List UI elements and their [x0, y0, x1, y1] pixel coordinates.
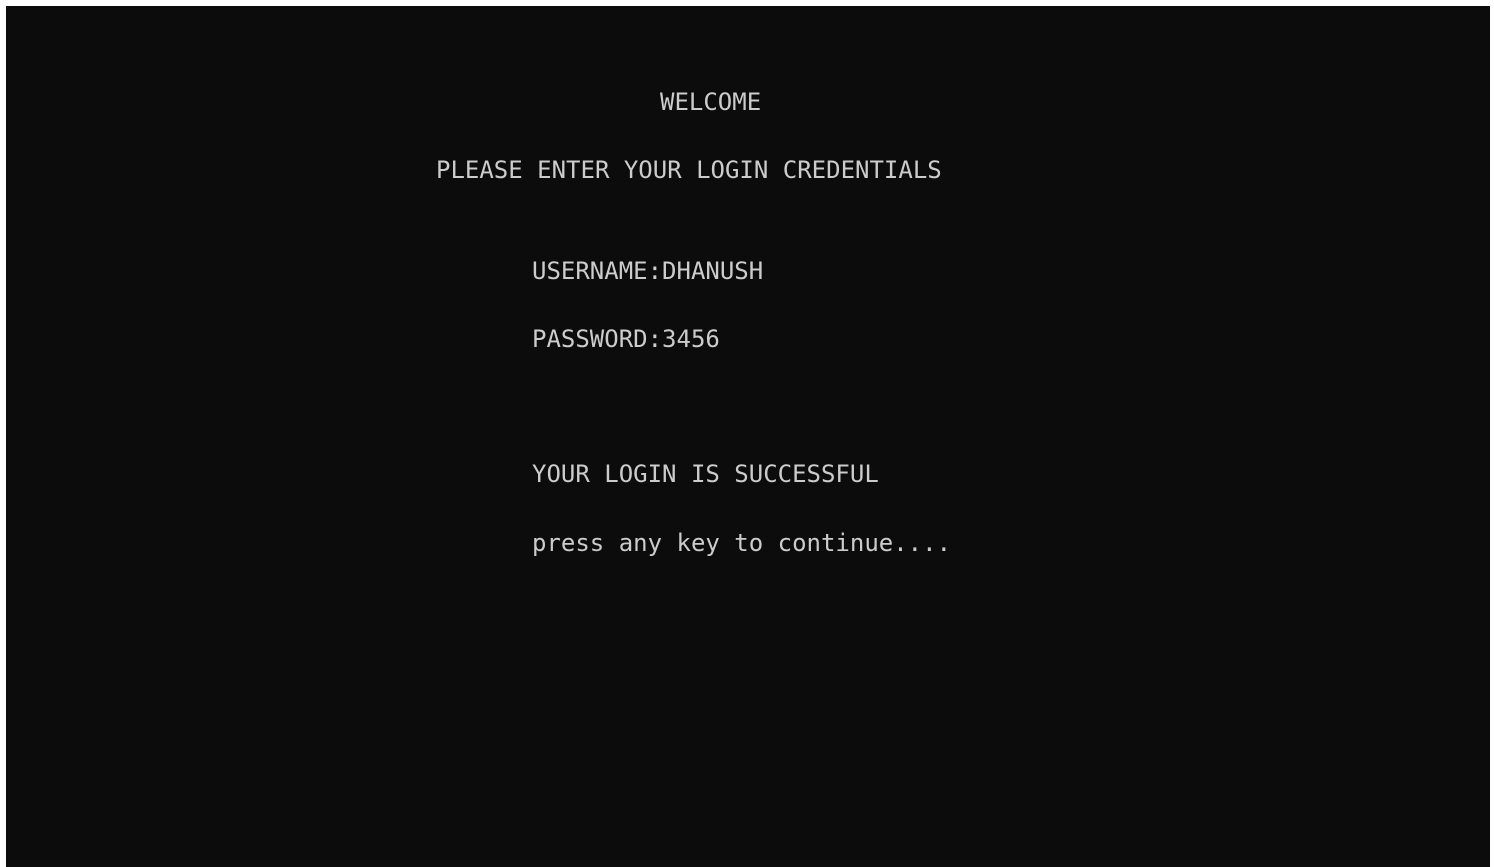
- password-line: PASSWORD:3456: [532, 325, 720, 353]
- console-window[interactable]: WELCOME PLEASE ENTER YOUR LOGIN CREDENTI…: [6, 6, 1490, 867]
- continue-prompt: press any key to continue....: [532, 529, 952, 557]
- welcome-heading: WELCOME: [660, 88, 762, 116]
- username-line: USERNAME:DHANUSH: [532, 257, 764, 285]
- login-success-message: YOUR LOGIN IS SUCCESSFUL: [532, 460, 879, 488]
- login-prompt-text: PLEASE ENTER YOUR LOGIN CREDENTIALS: [436, 156, 942, 184]
